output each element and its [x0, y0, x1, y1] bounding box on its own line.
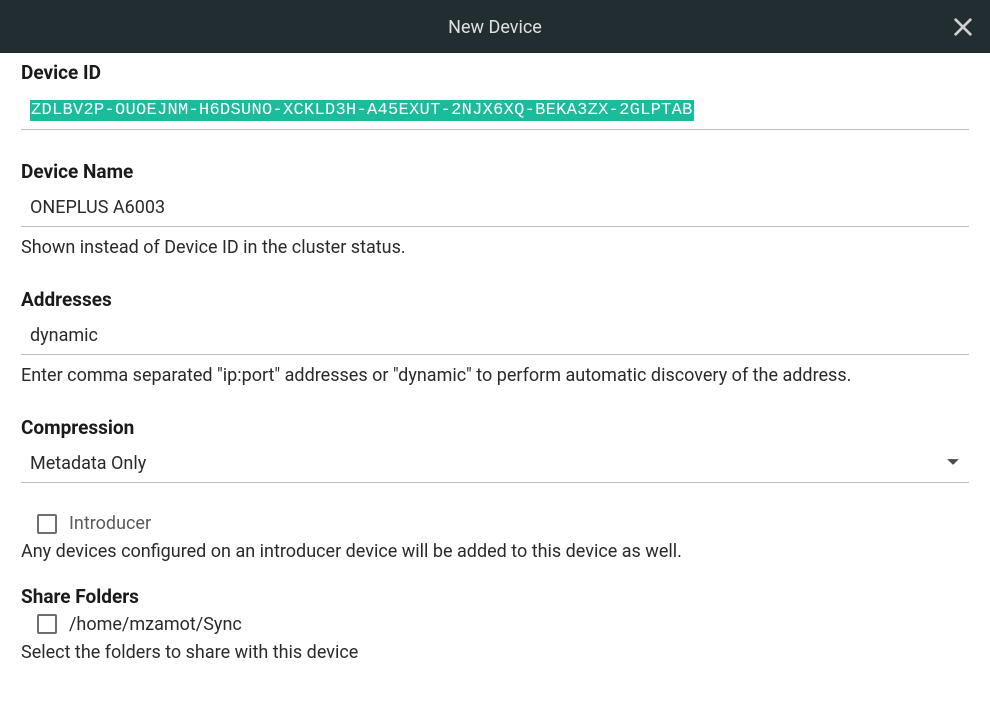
addresses-label: Addresses — [21, 288, 969, 311]
compression-selected: Metadata Only — [30, 453, 146, 474]
share-folders-help: Select the folders to share with this de… — [21, 640, 969, 665]
device-id-field: Device ID ZDLBV2P-OUOEJNM-H6DSUNO-XCKLD3… — [21, 61, 969, 130]
device-name-input[interactable]: ONEPLUS A6003 — [21, 191, 969, 227]
compression-field: Compression Metadata Only — [21, 416, 969, 483]
share-folder-checkbox[interactable] — [37, 614, 57, 634]
share-folders-label: Share Folders — [21, 585, 969, 608]
share-folder-path: /home/mzamot/Sync — [69, 614, 242, 635]
device-name-label: Device Name — [21, 160, 969, 183]
introducer-checkbox-label: Introducer — [69, 513, 151, 534]
share-folders-section: Share Folders /home/mzamot/Sync Select t… — [21, 585, 969, 665]
dialog-content: Device ID ZDLBV2P-OUOEJNM-H6DSUNO-XCKLD3… — [0, 53, 990, 709]
device-id-label: Device ID — [21, 61, 969, 84]
introducer-checkbox-row[interactable]: Introducer — [37, 511, 969, 536]
device-name-field: Device Name ONEPLUS A6003 Shown instead … — [21, 160, 969, 260]
compression-label: Compression — [21, 416, 969, 439]
addresses-help: Enter comma separated "ip:port" addresse… — [21, 363, 969, 388]
close-icon — [952, 16, 974, 38]
titlebar: New Device — [0, 0, 990, 53]
addresses-input[interactable]: dynamic — [21, 319, 969, 355]
titlebar-title: New Device — [448, 17, 542, 38]
addresses-value: dynamic — [30, 325, 98, 346]
introducer-checkbox[interactable] — [37, 514, 57, 534]
introducer-help: Any devices configured on an introducer … — [21, 539, 969, 564]
device-name-value: ONEPLUS A6003 — [30, 197, 165, 218]
chevron-down-icon — [946, 453, 960, 474]
close-button[interactable] — [946, 10, 980, 44]
share-folder-row[interactable]: /home/mzamot/Sync — [37, 612, 969, 637]
introducer-section: Introducer Any devices configured on an … — [21, 511, 969, 564]
compression-select[interactable]: Metadata Only — [21, 447, 969, 483]
device-id-input[interactable]: ZDLBV2P-OUOEJNM-H6DSUNO-XCKLD3H-A45EXUT-… — [21, 92, 969, 130]
device-id-value: ZDLBV2P-OUOEJNM-H6DSUNO-XCKLD3H-A45EXUT-… — [30, 100, 694, 121]
device-name-help: Shown instead of Device ID in the cluste… — [21, 235, 969, 260]
addresses-field: Addresses dynamic Enter comma separated … — [21, 288, 969, 388]
